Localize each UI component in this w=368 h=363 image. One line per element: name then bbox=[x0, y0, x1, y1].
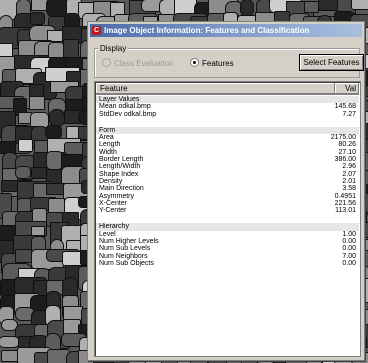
feature-name: Length bbox=[99, 141, 121, 149]
image-segment bbox=[63, 39, 79, 59]
feature-value: 2.01 bbox=[342, 177, 356, 185]
window-title: Image Object Information: Features and C… bbox=[104, 26, 310, 35]
image-segment bbox=[0, 336, 20, 348]
features-label: Features bbox=[202, 59, 234, 68]
feature-value: 2.96 bbox=[342, 163, 356, 171]
feature-value: 145.68 bbox=[334, 103, 356, 111]
feature-name: Width bbox=[99, 148, 117, 156]
image-segment bbox=[15, 249, 32, 263]
feature-name: Num Sub Objects bbox=[99, 259, 154, 267]
class-evaluation-radio[interactable]: Class Evaluation bbox=[102, 58, 174, 68]
radio-unchecked-icon bbox=[102, 58, 111, 67]
feature-value: 27.10 bbox=[338, 148, 356, 156]
table-row[interactable]: Width 27.10 bbox=[96, 149, 359, 156]
table-row[interactable]: Length/Width 2.96 bbox=[96, 163, 359, 170]
image-segment bbox=[30, 12, 45, 25]
feature-value: 0.00 bbox=[342, 238, 356, 246]
feature-name: Shape Index bbox=[99, 170, 139, 178]
feature-value: 386.00 bbox=[334, 156, 356, 164]
feature-name: Num Neighbors bbox=[99, 252, 148, 260]
display-legend: Display bbox=[98, 44, 129, 53]
table-row[interactable]: Num Neighbors 7.00 bbox=[96, 253, 359, 260]
class-evaluation-label: Class Evaluation bbox=[114, 59, 174, 68]
table-row[interactable]: StdDev odkal.bmp 7.27 bbox=[96, 111, 359, 118]
group-header-row[interactable]: Layer Values bbox=[96, 96, 359, 104]
table-row[interactable]: Num Higher Levels 0.00 bbox=[96, 238, 359, 245]
feature-value: 0.00 bbox=[342, 245, 356, 253]
feature-value: 7.00 bbox=[342, 252, 356, 260]
image-segment bbox=[29, 96, 45, 110]
feature-name: Main Direction bbox=[99, 185, 144, 193]
table-row[interactable]: Num Sub Objects 0.00 bbox=[96, 260, 359, 267]
table-row[interactable]: Y-Center 113.01 bbox=[96, 207, 359, 214]
group-separator bbox=[96, 214, 359, 223]
image-segment bbox=[351, 0, 368, 10]
feature-value: 0.00 bbox=[342, 259, 356, 267]
table-row[interactable]: Area 2175.00 bbox=[96, 134, 359, 141]
table-body: Layer Values Mean odkal.bmp 145.68 StdDev o… bbox=[96, 96, 359, 267]
image-segment bbox=[45, 125, 62, 139]
radio-checked-icon bbox=[190, 58, 199, 67]
group-separator bbox=[96, 118, 359, 127]
select-features-button[interactable]: Select Features bbox=[299, 54, 364, 71]
group-header-row[interactable]: Form bbox=[96, 126, 359, 135]
object-info-window: C Image Object Information: Features and… bbox=[87, 21, 365, 361]
group-name: Hierarchy bbox=[99, 223, 129, 231]
feature-name: Length/Width bbox=[99, 163, 141, 171]
feature-value: 2175.00 bbox=[330, 134, 356, 142]
feature-value: 0.4951 bbox=[334, 192, 356, 200]
feature-value: 2.07 bbox=[342, 170, 356, 178]
image-segment bbox=[304, 1, 319, 13]
table-row[interactable]: Asymmetry 0.4951 bbox=[96, 193, 359, 200]
feature-name: Level bbox=[99, 230, 116, 238]
feature-name: Num Sub Levels bbox=[99, 245, 151, 253]
group-name: Layer Values bbox=[99, 96, 140, 103]
app-logo-icon: C bbox=[92, 26, 101, 35]
table-row[interactable]: Border Length 386.00 bbox=[96, 156, 359, 163]
table-header: Feature Val bbox=[96, 83, 359, 95]
window-titlebar[interactable]: C Image Object Information: Features and… bbox=[90, 24, 362, 37]
feature-name: Border Length bbox=[99, 156, 144, 164]
feature-name: Asymmetry bbox=[99, 192, 134, 200]
feature-value: 7.27 bbox=[342, 110, 356, 118]
feature-value: 3.58 bbox=[342, 185, 356, 193]
features-radio[interactable]: Features bbox=[190, 58, 234, 68]
image-segment bbox=[18, 139, 33, 152]
column-header-value[interactable]: Val bbox=[335, 83, 359, 94]
feature-value: 113.01 bbox=[335, 207, 356, 215]
table-row[interactable]: Shape Index 2.07 bbox=[96, 171, 359, 178]
table-row[interactable]: Length 80.26 bbox=[96, 141, 359, 148]
feature-value: 1.00 bbox=[342, 230, 356, 238]
table-row[interactable]: Mean odkal.bmp 145.68 bbox=[96, 103, 359, 110]
column-header-feature[interactable]: Feature bbox=[96, 83, 335, 94]
feature-name: Density bbox=[99, 177, 123, 185]
feature-name: Mean odkal.bmp bbox=[99, 103, 151, 111]
feature-name: Area bbox=[99, 134, 114, 142]
table-row[interactable]: Num Sub Levels 0.00 bbox=[96, 245, 359, 252]
feature-value: 80.26 bbox=[338, 141, 356, 149]
feature-name: Y-Center bbox=[99, 207, 127, 215]
table-row[interactable]: Main Direction 3.58 bbox=[96, 185, 359, 192]
feature-name: X-Center bbox=[99, 199, 128, 207]
table-row[interactable]: Level 1.00 bbox=[96, 231, 359, 238]
features-table[interactable]: Feature Val Layer Values Mean odkal.bmp 14… bbox=[94, 81, 361, 357]
feature-name: Num Higher Levels bbox=[99, 238, 159, 246]
feature-value: 221.56 bbox=[334, 199, 356, 207]
group-name: Form bbox=[99, 126, 116, 134]
table-row[interactable]: X-Center 221.56 bbox=[96, 200, 359, 207]
table-row[interactable]: Density 2.01 bbox=[96, 178, 359, 185]
group-header-row[interactable]: Hierarchy bbox=[96, 223, 359, 231]
feature-name: StdDev odkal.bmp bbox=[99, 110, 157, 118]
image-segment bbox=[15, 166, 31, 179]
